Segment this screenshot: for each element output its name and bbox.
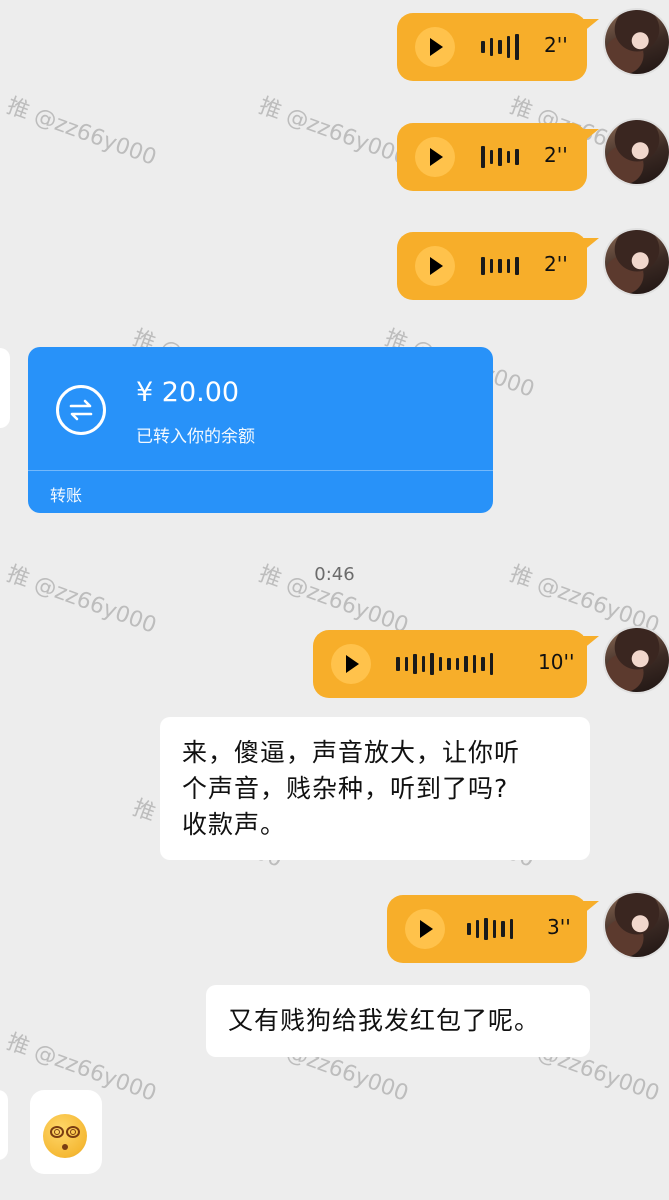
dizzy-face-icon [43, 1114, 87, 1158]
transfer-status: 已转入你的余额 [136, 427, 255, 447]
voice-duration: 2'' [544, 252, 568, 276]
voice-message[interactable]: 2'' [397, 13, 599, 81]
divider [28, 470, 493, 471]
play-icon[interactable] [415, 137, 455, 177]
voice-duration: 3'' [547, 915, 571, 939]
message-line: 个声音，贱杂种，听到了吗? [182, 774, 509, 803]
voice-message[interactable]: 2'' [397, 232, 599, 300]
transfer-amount: ¥ 20.00 [136, 377, 240, 408]
transfer-card[interactable]: ¥ 20.00 已转入你的余额 转账 [28, 347, 493, 513]
voice-duration: 2'' [544, 143, 568, 167]
avatar[interactable] [605, 893, 669, 957]
watermark: 推 @zz66y000 [255, 93, 412, 171]
waveform-icon [481, 232, 519, 300]
timestamp: 0:46 [314, 564, 355, 585]
play-icon[interactable] [405, 909, 445, 949]
play-icon[interactable] [415, 246, 455, 286]
message-line: 收款声。 [182, 810, 287, 839]
message-line: 来，傻逼，声音放大，让你听 [182, 738, 521, 767]
watermark: 推 @zz66y000 [3, 93, 160, 171]
play-icon[interactable] [415, 27, 455, 67]
partial-bubble [0, 1090, 8, 1160]
avatar[interactable] [605, 10, 669, 74]
voice-duration: 2'' [544, 33, 568, 57]
waveform-icon [481, 13, 519, 81]
avatar[interactable] [605, 120, 669, 184]
avatar[interactable] [605, 230, 669, 294]
voice-message[interactable]: 2'' [397, 123, 599, 191]
waveform-icon [396, 630, 493, 698]
text-message[interactable]: 来，傻逼，声音放大，让你听 个声音，贱杂种，听到了吗? 收款声。 [160, 717, 590, 860]
voice-duration: 10'' [538, 650, 575, 674]
message-text: 又有贱狗给我发红包了呢。 [228, 1006, 541, 1035]
transfer-icon [56, 385, 106, 435]
voice-message[interactable]: 10'' [313, 630, 599, 698]
voice-message[interactable]: 3'' [387, 895, 599, 963]
text-message[interactable]: 又有贱狗给我发红包了呢。 [206, 985, 590, 1057]
partial-bubble [0, 348, 10, 428]
play-icon[interactable] [331, 644, 371, 684]
waveform-icon [481, 123, 519, 191]
transfer-label: 转账 [50, 486, 83, 505]
waveform-icon [467, 895, 513, 963]
emoji-message[interactable] [30, 1090, 102, 1174]
avatar[interactable] [605, 628, 669, 692]
